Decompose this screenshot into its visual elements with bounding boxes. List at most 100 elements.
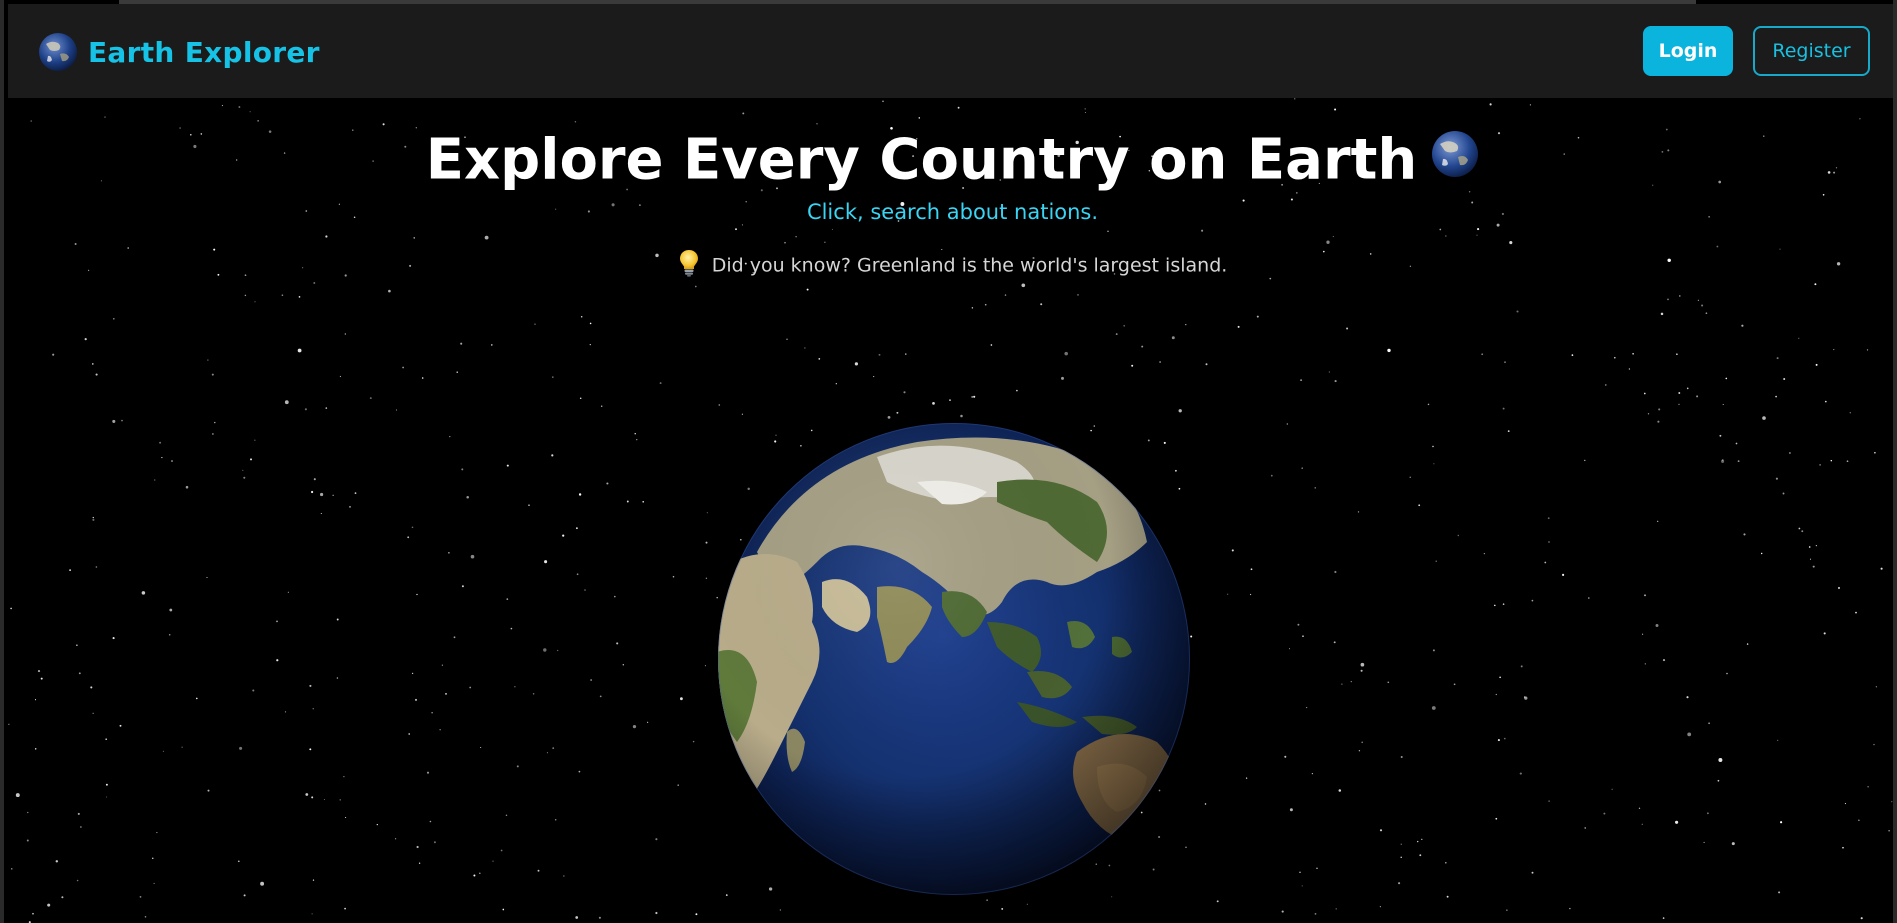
star [1628,368,1631,370]
star [1270,474,1273,477]
star [162,750,164,752]
star [1603,812,1606,815]
star [1495,817,1498,820]
star [1548,800,1550,802]
star [426,771,430,774]
star [52,353,55,356]
star [1529,104,1532,106]
star [168,634,171,636]
star [1783,378,1786,380]
star [506,598,509,600]
star [257,120,259,122]
star [552,747,555,749]
star [1741,324,1744,327]
star [1722,403,1724,406]
star [1655,624,1659,627]
star [1499,676,1501,679]
star [243,894,246,897]
star [1334,570,1337,574]
star [887,416,891,419]
star [1776,357,1779,360]
star [1300,379,1303,382]
star [1809,558,1812,560]
star [78,672,81,675]
star [152,857,154,859]
star [1131,364,1134,367]
star [185,485,189,489]
star [1642,633,1644,635]
star [448,551,450,554]
star [92,518,95,521]
star [1477,228,1480,231]
star [320,512,322,515]
star [784,241,786,244]
star [221,105,223,107]
star [1657,520,1659,522]
star [1338,789,1342,792]
star [15,793,20,798]
star [1705,312,1708,315]
star [705,541,708,544]
star [1306,707,1308,709]
star [1418,504,1421,507]
star [312,708,314,710]
star [941,248,943,251]
star [636,439,638,441]
star [121,419,123,422]
star [1588,597,1590,599]
star [1361,741,1363,744]
star [510,627,513,630]
star [1432,445,1434,448]
star [55,860,59,863]
star [433,841,436,844]
brand-link[interactable]: Earth Explorer [38,32,320,72]
star [1495,693,1497,696]
star [1335,908,1337,910]
star [456,371,458,373]
star [1584,459,1586,462]
login-button[interactable]: Login [1643,26,1733,76]
star [1686,696,1689,699]
star [1812,565,1815,568]
star [1891,801,1893,803]
star [990,344,993,346]
star [516,765,519,768]
star [112,419,116,423]
star [473,874,476,877]
star [1205,363,1208,366]
star [502,908,505,911]
star [92,516,94,519]
star [1667,298,1669,301]
star [806,288,809,291]
star [589,343,591,346]
star [1708,722,1710,725]
star [1457,534,1460,537]
star [1662,917,1665,919]
star [1888,830,1890,832]
star [1762,416,1766,420]
star [1427,403,1430,406]
star [578,493,582,496]
star [598,916,601,919]
star [672,575,675,578]
star [492,860,494,862]
star [105,738,108,741]
star [1676,353,1678,355]
star [309,684,312,687]
star [1658,408,1661,411]
star [395,409,398,411]
star [1679,295,1681,297]
star [408,733,411,735]
star [1311,772,1314,775]
star [1107,230,1109,232]
star [704,665,706,667]
earth-globe[interactable] [717,422,1191,896]
star [90,686,93,689]
star [1801,530,1804,533]
register-button[interactable]: Register [1753,26,1870,76]
star [237,860,240,863]
star [973,395,976,398]
star [1584,827,1586,829]
star [1346,327,1349,330]
star [1819,464,1821,466]
